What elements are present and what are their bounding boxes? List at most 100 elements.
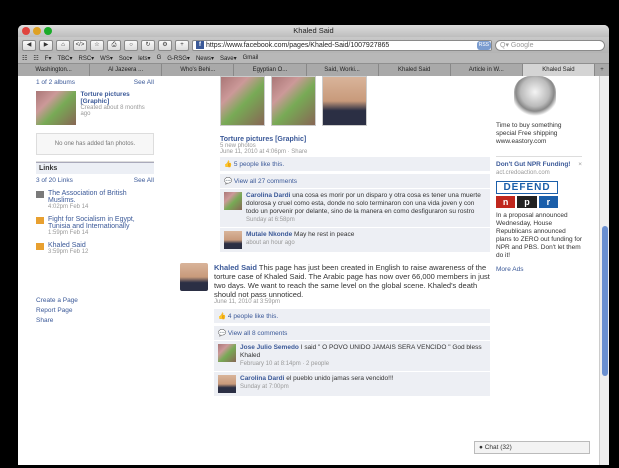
bookmark-item[interactable]: News▾ (196, 55, 214, 62)
link-icon (36, 191, 44, 198)
link-title[interactable]: Fight for Socialism in Egypt, Tunisia an… (48, 216, 154, 230)
reading-list-icon[interactable]: ☷ (33, 55, 38, 62)
ads-column: Time to buy something special Free shipp… (496, 76, 582, 274)
album-thumbnail[interactable] (36, 91, 77, 125)
links-see-all-link[interactable]: See All (134, 177, 154, 184)
view-comments-text[interactable]: View all 27 comments (234, 178, 297, 185)
bookmark-item[interactable]: lets▾ (138, 55, 150, 62)
tab[interactable]: Said, Worki... (307, 64, 379, 76)
minimize-window-button[interactable] (33, 27, 41, 35)
link-title[interactable]: Khaled Said (48, 242, 88, 249)
settings-icon[interactable]: ⚙ (158, 39, 172, 51)
forward-icon[interactable]: ▶ (39, 39, 53, 51)
tab[interactable]: Al Jazeera ... (90, 64, 163, 76)
bookmark-item[interactable]: WS▾ (100, 55, 113, 62)
comment-author[interactable]: Mutale Nkonde (246, 231, 292, 238)
link-item[interactable]: The Association of British Muslims. 4:02p… (36, 187, 154, 213)
bookmark-item[interactable]: RSC▾ (78, 55, 94, 62)
torture-photo-2[interactable] (271, 76, 316, 126)
bookmark-item[interactable]: G (157, 55, 162, 61)
chat-bar[interactable]: ● Chat (32) (474, 441, 590, 454)
npr-ad[interactable]: × Don't Gut NPR Funding! act.credoaction… (496, 156, 582, 274)
page-scrollbar[interactable] (599, 76, 609, 465)
post-time[interactable]: June 11, 2010 at 4:06pm · Share (220, 149, 490, 155)
left-column: 1 of 2 albums See All Torture pictures [… (36, 76, 154, 326)
rss-icon[interactable]: RSS (476, 40, 491, 50)
back-icon[interactable]: ◀ (22, 39, 36, 51)
share-link[interactable]: Share (36, 316, 154, 326)
tab[interactable]: Article in W... (451, 64, 523, 76)
close-window-button[interactable] (22, 27, 30, 35)
album-title[interactable]: Torture pictures [Graphic] (80, 91, 154, 105)
create-page-link[interactable]: Create a Page (36, 296, 154, 306)
link-item[interactable]: Fight for Socialism in Egypt, Tunisia an… (36, 213, 154, 239)
album-item[interactable]: Torture pictures [Graphic] Created about… (36, 89, 154, 127)
likes-summary[interactable]: 👍 5 people like this. (220, 157, 490, 172)
ad2-title[interactable]: Don't Gut NPR Funding! (496, 161, 582, 169)
torture-photo-1[interactable] (220, 76, 265, 126)
bookmarks-icon[interactable]: ☷ (22, 55, 27, 62)
search-input[interactable]: Q▾ Google (495, 39, 605, 51)
bookmark-item[interactable]: Save▾ (220, 55, 237, 62)
bookmark-icon[interactable]: ☆ (90, 39, 104, 51)
code-icon[interactable]: </> (73, 39, 87, 51)
bookmark-item[interactable]: F▾ (45, 55, 52, 62)
link-title[interactable]: The Association of British Muslims. (48, 190, 154, 204)
post-author[interactable]: Khaled Said (214, 263, 257, 272)
tab-active[interactable]: Khaled Said (522, 64, 595, 76)
view-comments-link[interactable]: 💬 View all 27 comments (220, 174, 490, 189)
likes-summary[interactable]: 👍 4 people like this. (214, 309, 490, 324)
albums-header: 1 of 2 albums See All (36, 76, 154, 89)
home-icon[interactable]: ⌂ (56, 39, 70, 51)
reload-icon[interactable]: ↻ (141, 39, 155, 51)
defend-label: DEFEND (496, 181, 558, 194)
tab[interactable]: Who's Behi... (162, 64, 235, 76)
bookmark-item[interactable]: Gmail (243, 55, 259, 61)
print-icon[interactable]: ⎙ (107, 39, 121, 51)
tab[interactable]: Washington... (18, 64, 91, 76)
stop-icon[interactable]: ○ (124, 39, 138, 51)
bookmark-item[interactable]: G-RSG▾ (167, 55, 190, 62)
khaled-said-photo[interactable] (322, 76, 367, 126)
address-bar[interactable]: f https://www.facebook.com/pages/Khaled-… (192, 39, 492, 51)
page-actions: Create a Page Report Page Share (36, 296, 154, 326)
avatar[interactable] (218, 344, 236, 362)
npr-letter: n (496, 196, 516, 208)
close-ad-icon[interactable]: × (578, 161, 582, 169)
tab[interactable]: Egyptian O... (234, 64, 307, 76)
post-title[interactable]: Torture pictures [Graphic] (220, 136, 490, 143)
ad1-text[interactable]: Time to buy something special Free shipp… (496, 122, 582, 146)
likes-text[interactable]: 4 people like this. (228, 313, 278, 320)
defend-npr-image[interactable]: DEFEND n p r (496, 181, 558, 208)
likes-text[interactable]: 5 people like this. (234, 161, 284, 168)
comment-time: February 10 at 8:14pm · 2 people (240, 361, 330, 367)
chat-label[interactable]: Chat (32) (485, 444, 512, 451)
post-time[interactable]: June 11, 2010 at 3:59pm (214, 299, 490, 305)
new-tab-icon[interactable]: + (595, 64, 609, 76)
report-page-link[interactable]: Report Page (36, 306, 154, 316)
avatar[interactable] (218, 375, 236, 393)
ring-ad-image[interactable] (514, 76, 556, 116)
tab[interactable]: Khaled Said (379, 64, 451, 76)
avatar[interactable] (224, 192, 242, 210)
link-time: 4:02pm Feb 14 (48, 204, 89, 210)
avatar[interactable] (224, 231, 242, 249)
view-comments-text[interactable]: View all 8 comments (228, 330, 288, 337)
links-count-text[interactable]: 3 of 20 Links (36, 177, 73, 184)
bookmark-item[interactable]: TBC▾ (57, 55, 72, 62)
albums-count-link[interactable]: 1 of 2 albums (36, 79, 75, 86)
comment-author[interactable]: Carolina Dardi (246, 192, 290, 199)
comment-author[interactable]: Carolina Dardi (240, 375, 284, 382)
more-ads-link[interactable]: More Ads (496, 266, 582, 274)
ad2-text: In a proposal announced Wednesday, House… (496, 212, 582, 259)
bookmark-item[interactable]: Soc▾ (119, 55, 132, 62)
add-bookmark-icon[interactable]: + (175, 39, 189, 51)
scrollbar-thumb[interactable] (602, 226, 608, 376)
comment-author[interactable]: Jose Julio Semedo (240, 344, 299, 351)
avatar[interactable] (180, 263, 208, 291)
zoom-window-button[interactable] (44, 27, 52, 35)
view-comments-link[interactable]: 💬 View all 8 comments (214, 326, 490, 341)
link-item[interactable]: Khaled Said 3:59pm Feb 12 (36, 239, 154, 258)
ad2-url: act.credoaction.com (496, 170, 550, 176)
albums-see-all-link[interactable]: See All (134, 79, 154, 86)
